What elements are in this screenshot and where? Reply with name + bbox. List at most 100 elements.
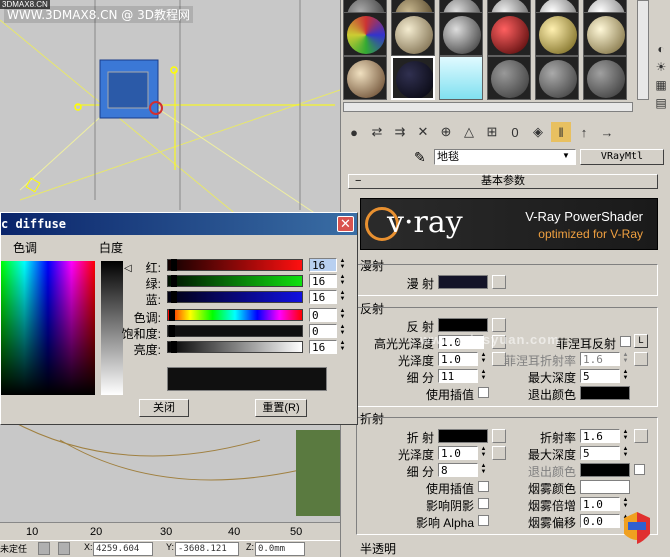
hue-slider-handle[interactable] [169, 309, 175, 321]
fog-multiplier-field[interactable]: 1.0 [580, 497, 620, 511]
reflect-max-depth-field[interactable]: 5 [580, 369, 620, 383]
hue-slider[interactable] [167, 309, 303, 321]
refract-max-depth-field[interactable]: 5 [580, 446, 620, 460]
close-button[interactable]: 关闭 [139, 399, 189, 417]
value-spinner[interactable]: ▲ ▼ [339, 340, 346, 353]
refract-subdivs-spinner[interactable]: ▲ ▼ [480, 463, 487, 476]
fresnel-ior-spinner[interactable]: ▲ ▼ [622, 352, 629, 365]
show-end-result-icon[interactable]: ‖ [551, 122, 571, 142]
go-sibling-icon[interactable]: → [597, 122, 617, 142]
sample-slot[interactable] [391, 12, 435, 56]
reflect-interp-checkbox[interactable] [478, 387, 489, 398]
refract-gloss-spinner[interactable]: ▲ ▼ [480, 446, 487, 459]
refract-interp-checkbox[interactable] [478, 481, 489, 492]
fog-color-swatch[interactable] [580, 480, 630, 494]
fog-multiplier-spinner[interactable]: ▲ ▼ [622, 497, 629, 510]
refract-color-swatch[interactable] [438, 429, 488, 443]
saturation-slider-handle[interactable] [169, 325, 175, 337]
show-map-icon[interactable]: ◈ [528, 122, 548, 142]
sample-slot[interactable] [439, 56, 483, 100]
close-icon[interactable]: ✕ [337, 216, 354, 232]
ior-map-button[interactable] [634, 429, 648, 443]
refract-gloss-map-button[interactable] [492, 446, 506, 460]
background-icon[interactable]: ▦ [652, 76, 670, 94]
make-copy-icon[interactable]: ⊕ [436, 122, 456, 142]
absolute-mode-icon[interactable] [58, 542, 70, 555]
red-spinner[interactable]: ▲ ▼ [339, 258, 346, 271]
put-to-scene-icon[interactable]: ⇄ [367, 122, 387, 142]
green-slider[interactable] [167, 275, 303, 287]
fresnel-lock-button[interactable]: L [634, 334, 648, 348]
blue-slider-handle[interactable] [171, 291, 177, 303]
blue-slider[interactable] [167, 291, 303, 303]
saturation-value-field[interactable]: 0 [309, 324, 337, 338]
z-coordinate-field[interactable]: 0.0mm [255, 542, 305, 556]
reflect-subdivs-field[interactable]: 11 [438, 369, 478, 383]
lock-selection-label[interactable]: 未定任 [0, 542, 27, 555]
red-slider-handle[interactable] [171, 259, 177, 271]
value-slider-handle[interactable] [171, 341, 177, 353]
reset-button[interactable]: 重置(R) [255, 399, 307, 417]
put-library-icon[interactable]: ⊞ [482, 122, 502, 142]
material-id-icon[interactable]: 0 [505, 122, 525, 142]
assign-material-icon[interactable]: ⇉ [390, 122, 410, 142]
hue-spinner[interactable]: ▲ ▼ [339, 308, 346, 321]
reflect-gloss-field[interactable]: 1.0 [438, 352, 478, 366]
blue-value-field[interactable]: 16 [309, 290, 337, 304]
diffuse-color-swatch[interactable] [438, 275, 488, 289]
sample-slot[interactable] [487, 12, 531, 56]
saturation-spinner[interactable]: ▲ ▼ [339, 324, 346, 337]
chevron-down-icon[interactable]: ▼ [562, 151, 570, 160]
reflect-gloss-spinner[interactable]: ▲ ▼ [480, 352, 487, 365]
sample-slot[interactable] [487, 56, 531, 100]
fresnel-checkbox[interactable] [620, 336, 631, 347]
saturation-slider[interactable] [167, 325, 303, 337]
hue-picker[interactable] [1, 261, 95, 395]
sample-type-icon[interactable]: ◐ [652, 40, 670, 58]
refract-map-button[interactable] [492, 429, 506, 443]
reflect-color-swatch[interactable] [438, 318, 488, 332]
reflect-map-button[interactable] [492, 318, 506, 332]
reflect-exit-color-swatch[interactable] [580, 386, 630, 400]
green-value-field[interactable]: 16 [309, 274, 337, 288]
value-slider[interactable] [167, 341, 303, 353]
rollout-basic-params[interactable]: − 基本参数 [348, 174, 658, 189]
blue-spinner[interactable]: ▲ ▼ [339, 290, 346, 303]
pick-material-icon[interactable]: ✎ [414, 149, 426, 166]
diffuse-map-button[interactable] [492, 275, 506, 289]
sample-slot[interactable] [535, 12, 579, 56]
make-unique-icon[interactable]: △ [459, 122, 479, 142]
fresnel-ior-map-button[interactable] [634, 352, 648, 366]
red-value-field[interactable]: 16 [309, 258, 337, 272]
green-spinner[interactable]: ▲ ▼ [339, 274, 346, 287]
affect-shadows-checkbox[interactable] [478, 498, 489, 509]
refract-subdivs-field[interactable]: 8 [438, 463, 478, 477]
reflect-subdivs-spinner[interactable]: ▲ ▼ [480, 369, 487, 382]
sample-slot[interactable] [439, 12, 483, 56]
lock-icon[interactable] [38, 542, 50, 555]
uv-tiling-icon[interactable]: ▤ [652, 94, 670, 112]
reset-material-icon[interactable]: ✕ [413, 122, 433, 142]
sample-slot[interactable] [535, 56, 579, 100]
sample-slot[interactable] [583, 56, 627, 100]
y-coordinate-field[interactable]: -3608.121 [175, 542, 239, 556]
refract-gloss-field[interactable]: 1.0 [438, 446, 478, 460]
fog-bias-field[interactable]: 0.0 [580, 514, 620, 528]
sample-slot[interactable] [583, 12, 627, 56]
sample-slots-scrollbar[interactable] [637, 0, 649, 100]
refract-exit-color-checkbox[interactable] [634, 464, 645, 475]
backlight-icon[interactable]: ☀ [652, 58, 670, 76]
ior-field[interactable]: 1.6 [580, 429, 620, 443]
sample-slot[interactable] [343, 56, 387, 100]
refract-exit-color-swatch[interactable] [580, 463, 630, 477]
affect-alpha-checkbox[interactable] [478, 515, 489, 526]
sample-slot[interactable] [343, 12, 387, 56]
refract-max-depth-spinner[interactable]: ▲ ▼ [622, 446, 629, 459]
ior-spinner[interactable]: ▲ ▼ [622, 429, 629, 442]
green-slider-handle[interactable] [171, 275, 177, 287]
material-type-button[interactable]: VRayMtl [580, 149, 664, 165]
get-material-icon[interactable]: ● [344, 122, 364, 142]
hue-value-field[interactable]: 0 [309, 308, 337, 322]
sample-slot-active[interactable] [391, 56, 435, 100]
fresnel-ior-field[interactable]: 1.6 [580, 352, 620, 366]
